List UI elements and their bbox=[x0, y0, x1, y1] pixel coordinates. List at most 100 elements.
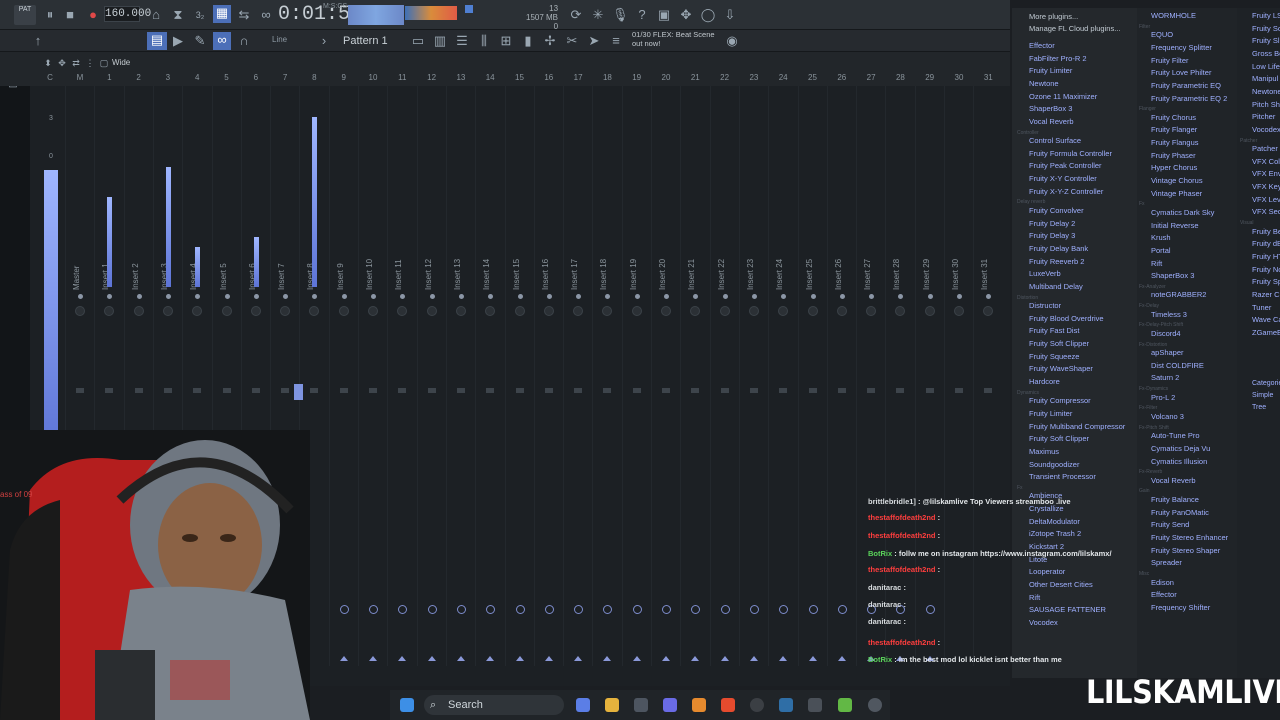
plugin-menu-item[interactable]: Fruity Send bbox=[1151, 520, 1189, 529]
plugin-menu-item[interactable]: FabFilter Pro-R 2 bbox=[1029, 54, 1087, 63]
volume-fader[interactable] bbox=[310, 388, 319, 393]
arrow-right-icon[interactable]: › bbox=[316, 33, 332, 49]
volume-fader[interactable] bbox=[134, 388, 143, 393]
pan-knob[interactable] bbox=[543, 306, 554, 316]
track-route-dot[interactable] bbox=[517, 294, 523, 299]
send-icon[interactable]: ➤ bbox=[586, 33, 602, 49]
pattern-selector[interactable]: Pattern 1 bbox=[343, 33, 391, 49]
plugin-menu-item[interactable]: Fruity Reeverb 2 bbox=[1029, 257, 1084, 266]
plugin-menu-item[interactable]: Fruity Delay Bank bbox=[1029, 244, 1088, 253]
track-name[interactable]: Insert 14 bbox=[482, 250, 491, 290]
plugin-menu-item[interactable]: Maximus bbox=[1029, 447, 1059, 456]
pan-knob[interactable] bbox=[514, 306, 525, 316]
plugin-menu-item[interactable]: Fruity Sl bbox=[1252, 36, 1280, 45]
plugin-menu-item[interactable]: ZGameE bbox=[1252, 328, 1280, 337]
plugin-menu-item[interactable]: Fruity HT bbox=[1252, 252, 1280, 261]
route-arrow-icon[interactable] bbox=[691, 656, 700, 661]
track-route-dot[interactable] bbox=[957, 294, 962, 299]
plugin-menu-item[interactable]: Fruity Parametric EQ bbox=[1151, 81, 1221, 90]
play-arrow-icon[interactable]: ▶ bbox=[170, 33, 186, 49]
track-name[interactable]: Insert 28 bbox=[892, 250, 901, 290]
route-arrow-icon[interactable] bbox=[456, 656, 465, 661]
plugin-menu-item[interactable]: Fruity Flangus bbox=[1151, 138, 1199, 147]
track-route-dot[interactable] bbox=[546, 294, 552, 299]
plugin-menu-item[interactable]: Fruity X-Y-Z Controller bbox=[1029, 187, 1103, 196]
volume-fader[interactable] bbox=[603, 388, 612, 393]
plugin-menu-item[interactable]: Tuner bbox=[1252, 303, 1271, 312]
track-name[interactable]: Insert 25 bbox=[805, 250, 814, 290]
route-arrow-icon[interactable] bbox=[837, 656, 846, 661]
mixer-view-label[interactable]: Wide bbox=[112, 58, 130, 67]
volume-fader[interactable] bbox=[398, 388, 407, 393]
route-arrow-icon[interactable] bbox=[486, 656, 495, 661]
pin-icon[interactable]: ✢ bbox=[542, 33, 558, 49]
plugin-menu-item[interactable]: LuxeVerb bbox=[1029, 269, 1061, 278]
mixer-icon[interactable]: ⫼ bbox=[476, 33, 492, 49]
plugin-menu-item[interactable]: Fruity Sp bbox=[1252, 277, 1280, 286]
plugin-menu-item[interactable]: Patcher bbox=[1252, 144, 1278, 153]
plugin-menu-item[interactable]: Fruity WaveShaper bbox=[1029, 364, 1093, 373]
tools-icon[interactable]: ✂ bbox=[564, 33, 580, 49]
plugin-menu-item[interactable]: Edison bbox=[1151, 578, 1174, 587]
track-route-dot[interactable] bbox=[722, 294, 728, 299]
snap-label[interactable]: Line bbox=[272, 35, 287, 44]
track-route-dot[interactable] bbox=[634, 294, 640, 299]
send-knob[interactable] bbox=[456, 605, 466, 614]
track-route-dot[interactable] bbox=[224, 294, 230, 299]
microphone-icon[interactable]: 🎙 bbox=[612, 7, 629, 23]
plugin-menu-item[interactable]: Volcano 3 bbox=[1151, 412, 1184, 421]
volume-fader[interactable] bbox=[867, 388, 876, 393]
route-arrow-icon[interactable] bbox=[515, 656, 524, 661]
route-arrow-icon[interactable] bbox=[369, 656, 377, 661]
plugin-menu-item[interactable]: Fruity Multiband Compressor bbox=[1029, 422, 1125, 431]
pan-knob[interactable] bbox=[162, 306, 173, 316]
tempo-display[interactable]: 160.000 bbox=[104, 6, 151, 22]
piano-roll-icon[interactable]: ▥ bbox=[432, 33, 448, 49]
pan-knob[interactable] bbox=[807, 306, 818, 316]
route-arrow-icon[interactable] bbox=[749, 656, 758, 661]
track-route-dot[interactable] bbox=[751, 294, 757, 299]
calculator-icon[interactable] bbox=[634, 698, 648, 712]
playlist-icon[interactable]: ▭ bbox=[410, 33, 426, 49]
plugin-menu-item[interactable]: Fruity Convolver bbox=[1029, 206, 1084, 215]
track-name[interactable]: Insert 17 bbox=[570, 250, 579, 290]
download-icon[interactable]: ⇩ bbox=[722, 7, 738, 23]
pan-knob[interactable] bbox=[836, 306, 847, 316]
route-arrow-icon[interactable] bbox=[632, 656, 641, 661]
obs-icon[interactable] bbox=[750, 698, 764, 712]
send-knob[interactable] bbox=[662, 605, 671, 614]
globe-icon[interactable]: ◉ bbox=[724, 33, 740, 49]
volume-fader[interactable] bbox=[632, 388, 641, 393]
track-route-dot[interactable] bbox=[136, 294, 142, 299]
step-edit-icon[interactable]: ▦ bbox=[213, 5, 231, 23]
volume-fader[interactable] bbox=[779, 388, 788, 393]
plugin-menu-item[interactable]: Fruity Chorus bbox=[1151, 113, 1196, 122]
route-arrow-icon[interactable] bbox=[779, 656, 788, 661]
send-knob[interactable] bbox=[515, 605, 525, 614]
plugin-menu-item[interactable]: Fruity PanOMatic bbox=[1151, 508, 1209, 517]
plugin-menu-item[interactable]: Vocal Reverb bbox=[1151, 476, 1196, 485]
view-mode-option[interactable]: Tree bbox=[1252, 404, 1266, 411]
pan-knob[interactable] bbox=[75, 306, 85, 316]
plugin-menu-item[interactable]: Fruity Flanger bbox=[1151, 125, 1197, 134]
plugin-menu-item[interactable]: ShaperBox 3 bbox=[1151, 271, 1194, 280]
plugin-icon[interactable]: ▮ bbox=[520, 33, 536, 49]
selected-fader[interactable] bbox=[294, 384, 303, 400]
volume-fader[interactable] bbox=[369, 388, 377, 393]
volume-fader[interactable] bbox=[163, 388, 172, 393]
plugin-menu-item[interactable]: WORMHOLE bbox=[1151, 11, 1196, 20]
track-name[interactable]: Insert 18 bbox=[599, 250, 608, 290]
plugin-menu-item[interactable]: Fruity Stereo Shaper bbox=[1151, 546, 1220, 555]
send-knob[interactable] bbox=[808, 605, 818, 614]
plugin-menu-item[interactable]: VFX Enve bbox=[1252, 169, 1280, 178]
route-arrow-icon[interactable] bbox=[720, 656, 729, 661]
plugin-menu-item[interactable]: Fruity Stereo Enhancer bbox=[1151, 533, 1228, 542]
volume-fader[interactable] bbox=[76, 388, 84, 393]
track-route-dot[interactable] bbox=[165, 294, 171, 299]
plugin-menu-item[interactable]: Timeless 3 bbox=[1151, 310, 1187, 319]
route-arrow-icon[interactable] bbox=[427, 656, 436, 661]
plugin-menu-item[interactable]: Rift bbox=[1151, 259, 1162, 268]
plugin-menu-item[interactable]: Dist COLDFIRE bbox=[1151, 361, 1204, 370]
magnet-icon[interactable]: ∩ bbox=[236, 33, 252, 49]
app-icon-2[interactable] bbox=[838, 698, 852, 712]
